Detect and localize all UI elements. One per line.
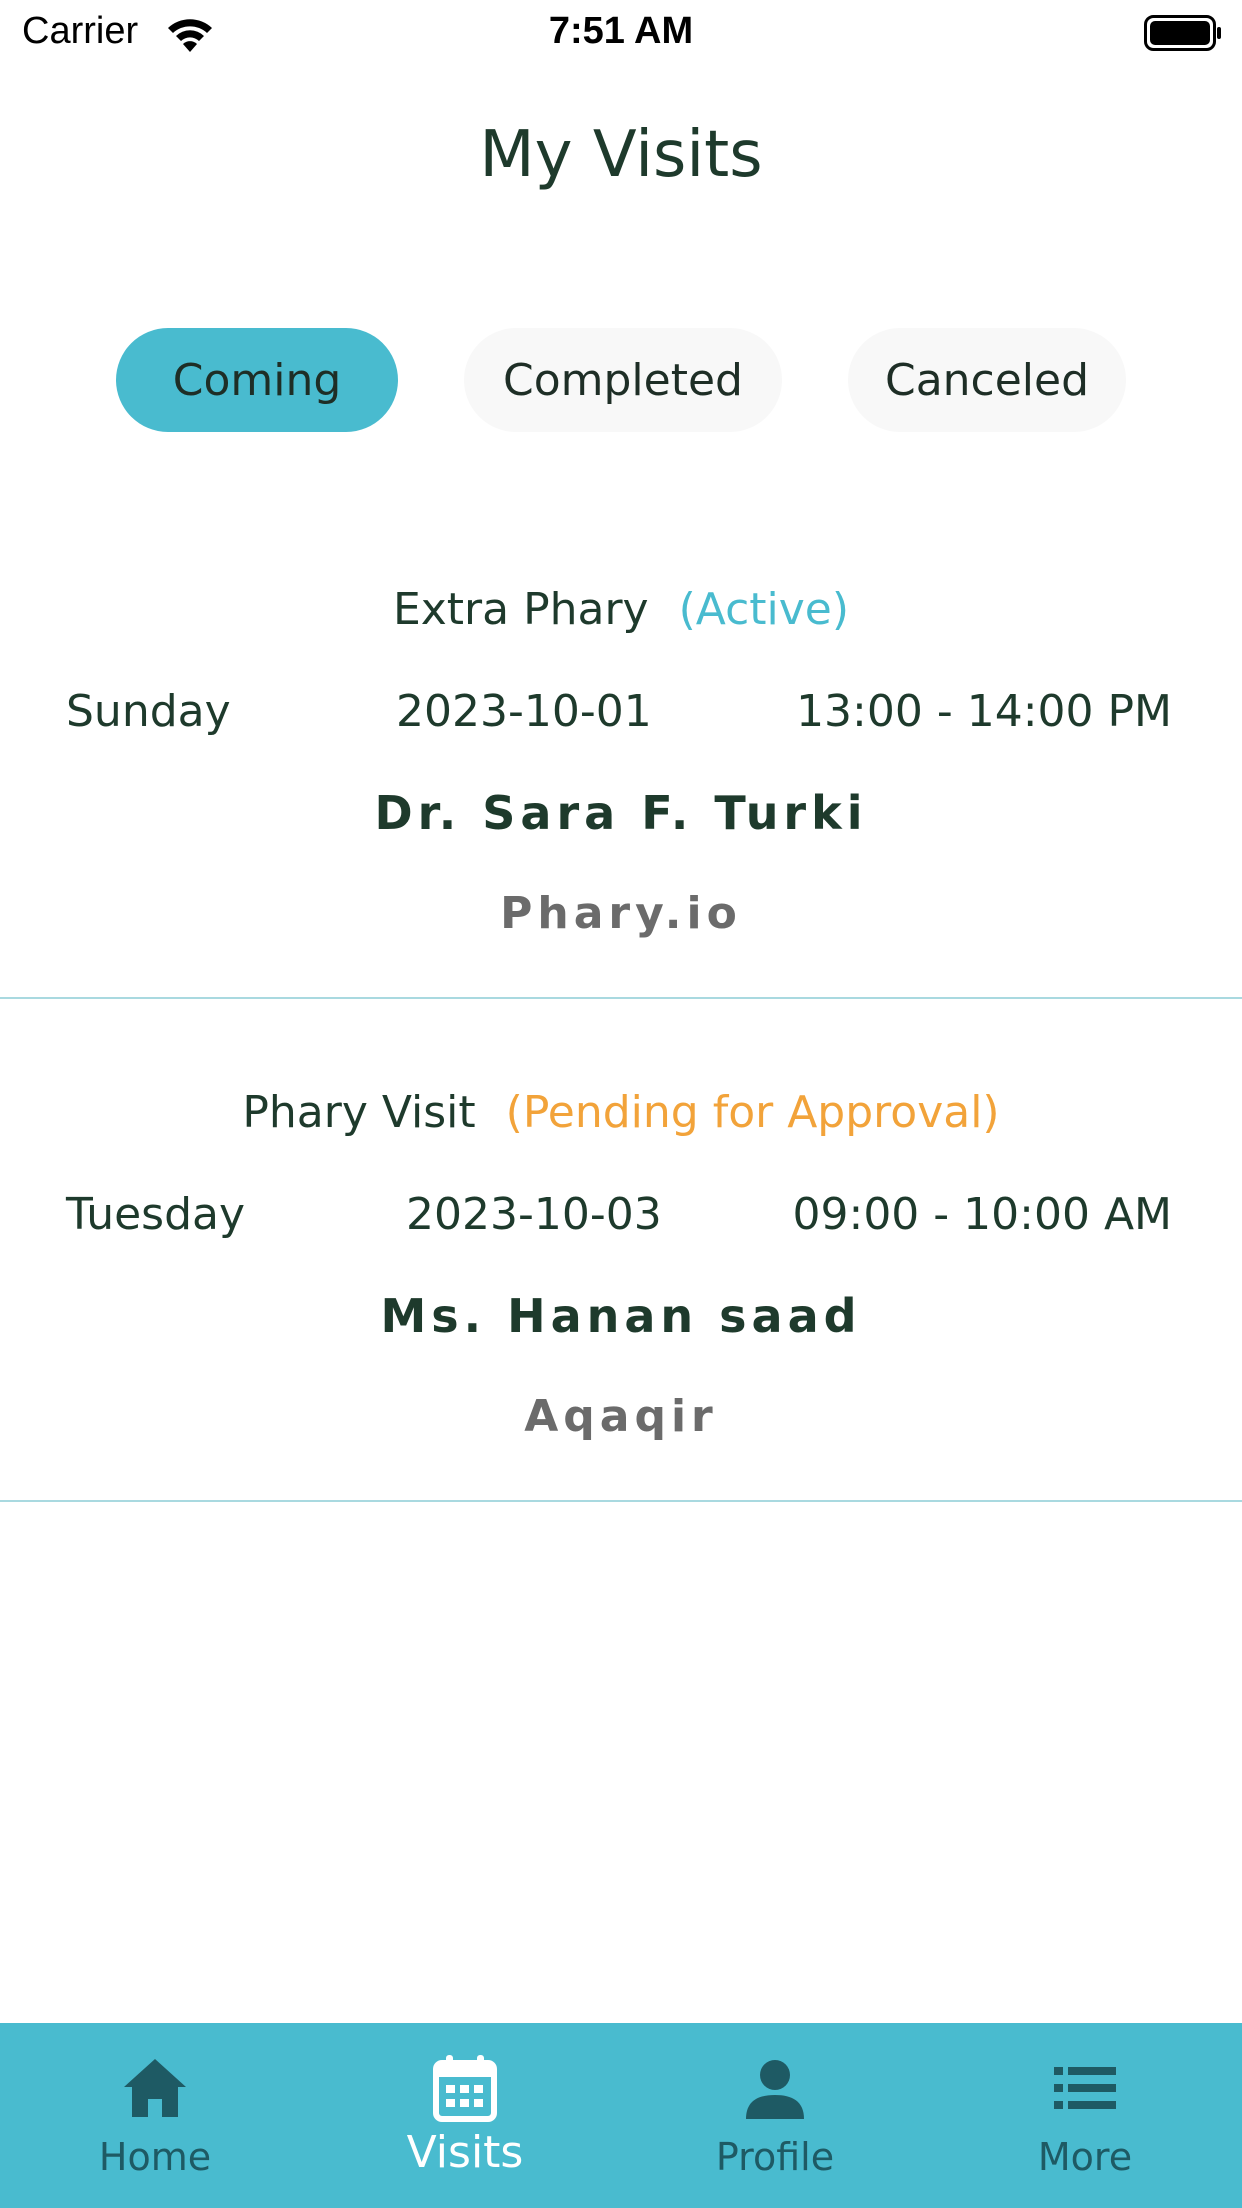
- home-icon: [124, 2059, 186, 2117]
- tab-coming[interactable]: Coming: [116, 328, 398, 432]
- visit-status-badge: (Pending for Approval): [505, 1087, 1000, 1138]
- visit-doctor-name: Dr. Sara F. Turki: [374, 786, 868, 840]
- visit-card[interactable]: Phary Visit (Pending for Approval) Tuesda…: [0, 997, 1242, 1502]
- nav-item-profile[interactable]: Profile: [620, 2023, 930, 2208]
- visit-title: Phary Visit: [242, 1087, 476, 1138]
- visit-title: Extra Phary: [392, 584, 649, 635]
- calendar-icon: [433, 2055, 497, 2122]
- tab-completed[interactable]: Completed: [464, 328, 782, 432]
- list-icon: [1054, 2067, 1116, 2109]
- visit-card[interactable]: Extra Phary (Active) Sunday 2023-10-01 13…: [0, 494, 1242, 999]
- visit-organization: Phary.io: [500, 888, 742, 939]
- visit-day: Tuesday: [66, 1189, 246, 1240]
- status-bar: Carrier 7:51 AM: [0, 0, 1242, 70]
- nav-item-more[interactable]: More: [930, 2023, 1240, 2208]
- visit-status-badge: (Active): [678, 584, 850, 635]
- nav-item-visits[interactable]: Visits: [310, 2023, 620, 2208]
- battery-icon: [1144, 15, 1221, 51]
- nav-label: Visits: [406, 2127, 524, 2178]
- visit-time: 13:00 - 14:00 PM: [796, 686, 1172, 737]
- visit-time: 09:00 - 10:00 AM: [792, 1189, 1173, 1240]
- tab-canceled[interactable]: Canceled: [848, 328, 1126, 432]
- nav-label: Home: [98, 2135, 212, 2179]
- status-time: 7:51 AM: [548, 10, 694, 52]
- visit-doctor-name: Ms. Hanan saad: [380, 1289, 862, 1343]
- visit-date: 2023-10-03: [406, 1189, 662, 1240]
- visit-title-row: Extra Phary (Active): [0, 584, 1242, 635]
- nav-label: Profile: [715, 2135, 835, 2179]
- person-icon: [746, 2060, 804, 2119]
- nav-item-home[interactable]: Home: [0, 2023, 310, 2208]
- visit-title-row: Phary Visit (Pending for Approval): [0, 1087, 1242, 1138]
- bottom-nav-bar: Home Visits Profile More: [0, 2023, 1242, 2208]
- visit-date: 2023-10-01: [396, 686, 652, 737]
- visit-day: Sunday: [66, 686, 231, 737]
- page-title: My Visits: [479, 118, 763, 192]
- nav-label: More: [1037, 2135, 1133, 2179]
- visit-organization: Aqaqir: [524, 1391, 718, 1442]
